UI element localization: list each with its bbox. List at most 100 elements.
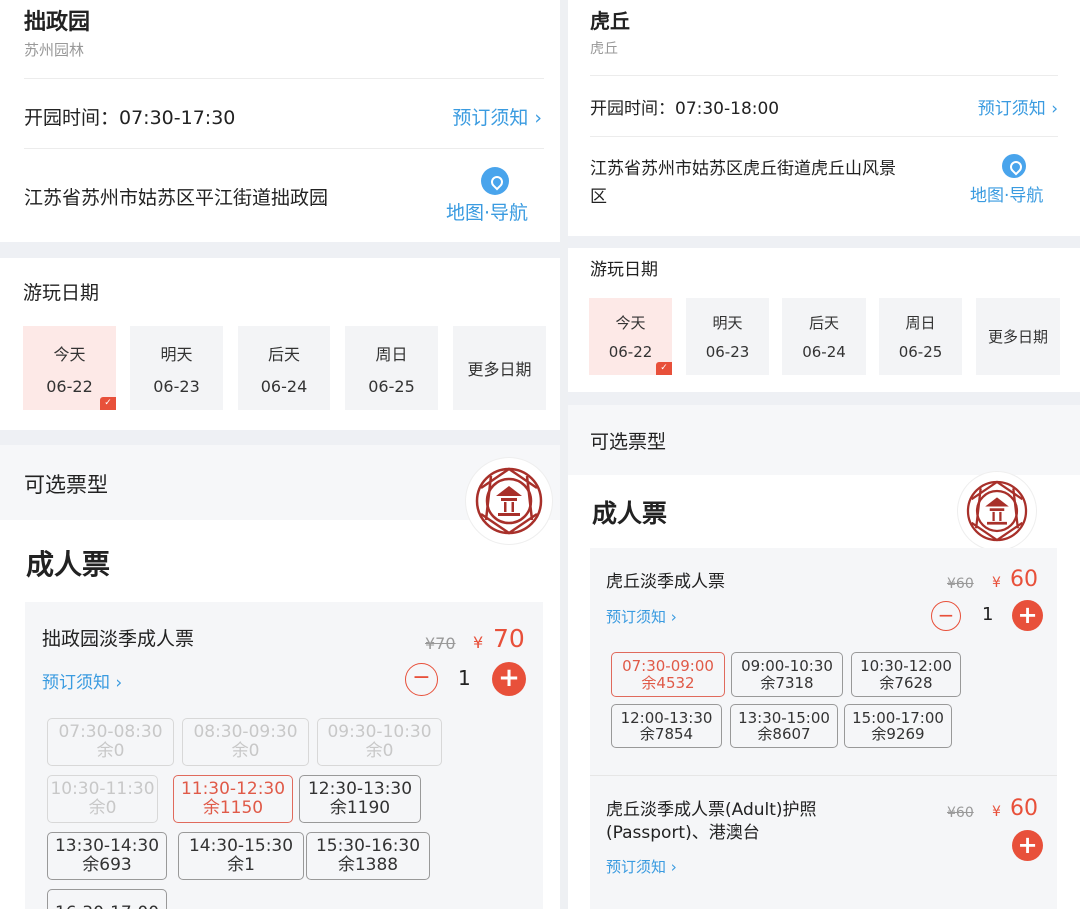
price: 60: [1010, 567, 1038, 592]
time-slot[interactable]: 10:30-11:30 余0: [47, 775, 158, 823]
slot-time: 08:30-09:30: [193, 722, 298, 743]
date-option[interactable]: 周日 06-25: [345, 326, 438, 410]
more-dates-label: 更多日期: [987, 328, 1048, 346]
map-navigation-link[interactable]: 地图·导航: [446, 198, 528, 225]
slot-time: 07:30-09:00: [622, 657, 714, 675]
time-slot[interactable]: 15:00-17:00 余9269: [844, 704, 952, 748]
time-slot[interactable]: 13:30-14:30 余693: [47, 832, 167, 880]
date-option-today[interactable]: 今天 06-22 ✓: [23, 326, 116, 410]
huqiu-panel: 虎丘 虎丘 开园时间：07:30-18:00 预订须知 › 江苏省苏州市姑苏区虎…: [568, 0, 1080, 909]
slot-time: 10:30-11:30: [50, 779, 155, 800]
check-icon: ✓: [100, 397, 116, 410]
ticket-name: 虎丘淡季成人票: [606, 572, 725, 592]
slot-remain: 余7628: [879, 673, 933, 692]
attraction-subtitle: 虎丘: [590, 41, 618, 57]
date-value: 06-22: [608, 343, 653, 361]
booking-notice-link[interactable]: 预订须知 ›: [452, 103, 542, 130]
ticket2-name-line2: (Passport)、港澳台: [606, 823, 760, 843]
slot-remain: 余1150: [202, 798, 264, 818]
address-line2: 区: [590, 187, 607, 207]
time-slot[interactable]: 07:30-08:30 余0: [47, 718, 174, 766]
slot-time: 12:30-13:30: [307, 779, 413, 800]
increase-quantity-button[interactable]: +: [1012, 600, 1043, 631]
decrease-quantity-button[interactable]: −: [931, 601, 961, 631]
ticket-name: 拙政园淡季成人票: [42, 628, 195, 650]
address: 江苏省苏州市姑苏区平江街道拙政园: [24, 187, 329, 209]
date-value: 06-25: [368, 376, 415, 396]
slot-remain: 余0: [88, 798, 117, 818]
slot-time: 15:00-17:00: [852, 708, 944, 727]
date-day: 明天: [160, 344, 193, 364]
slot-time: 13:30-14:30: [54, 836, 160, 857]
ticket2-notice-link[interactable]: 预订须知 ›: [606, 856, 677, 877]
attraction-title: 虎丘: [590, 9, 630, 33]
date-heading: 游玩日期: [23, 282, 100, 304]
slot-remain: 余4532: [641, 673, 695, 692]
date-option[interactable]: 明天 06-23: [686, 298, 769, 375]
slot-time: 13:30-15:00: [738, 708, 830, 727]
attraction-title: 拙政园: [24, 10, 91, 35]
original-price: ¥60: [947, 576, 974, 592]
time-slot[interactable]: 16:30-17:00: [47, 889, 167, 909]
slot-remain: 余1388: [337, 855, 399, 875]
slot-time: 09:00-10:30: [741, 657, 833, 675]
ticket2-name-line1: 虎丘淡季成人票(Adult)护照: [606, 800, 817, 820]
price: 70: [493, 624, 525, 653]
slot-remain: 余1190: [329, 798, 391, 818]
time-slot[interactable]: 09:00-10:30 余7318: [731, 652, 843, 697]
ticket-notice-link[interactable]: 预订须知 ›: [606, 606, 677, 627]
time-slot[interactable]: 13:30-15:00 余8607: [730, 704, 838, 748]
date-day: 明天: [712, 314, 743, 332]
time-slot[interactable]: 14:30-15:30 余1: [178, 832, 304, 880]
ticket-card: 虎丘淡季成人票 ¥60 ¥ 60 预订须知 › − 1 + 07:30-09:0…: [590, 548, 1057, 909]
scenic-logo-icon: [466, 458, 552, 544]
increase-quantity-button[interactable]: +: [492, 662, 526, 696]
date-option-today[interactable]: 今天 06-22 ✓: [589, 298, 672, 375]
slot-time: 16:30-17:00: [48, 903, 166, 909]
booking-notice-link[interactable]: 预订须知 ›: [978, 94, 1058, 119]
slot-time: 15:30-16:30: [315, 836, 421, 857]
decrease-quantity-button[interactable]: −: [405, 663, 438, 696]
attraction-subtitle: 苏州园林: [24, 41, 85, 59]
time-slot[interactable]: 10:30-12:00 余7628: [851, 652, 961, 697]
more-dates-button[interactable]: 更多日期: [976, 298, 1060, 375]
slot-remain: 余0: [365, 741, 394, 761]
check-icon: ✓: [656, 362, 672, 375]
ticket-notice-link[interactable]: 预订须知 ›: [42, 668, 122, 693]
date-option[interactable]: 周日 06-25: [879, 298, 962, 375]
time-slot[interactable]: 09:30-10:30 余0: [317, 718, 442, 766]
ticket2-currency-symbol: ¥: [992, 804, 1001, 820]
location-pin-icon[interactable]: [1002, 154, 1026, 178]
time-slot[interactable]: 12:00-13:30 余7854: [611, 704, 722, 748]
currency-symbol: ¥: [992, 575, 1001, 591]
time-slot[interactable]: 08:30-09:30 余0: [182, 718, 309, 766]
location-pin-icon[interactable]: [481, 167, 509, 195]
date-value: 06-22: [46, 376, 93, 396]
scenic-logo-icon: [958, 472, 1036, 550]
slot-remain: 余1: [227, 855, 255, 875]
date-option[interactable]: 后天 06-24: [782, 298, 866, 375]
slot-remain: 余7854: [639, 725, 694, 743]
ticket2-original-price: ¥60: [947, 805, 974, 821]
map-navigation-link[interactable]: 地图·导航: [970, 181, 1043, 206]
time-slot[interactable]: 07:30-09:00 余4532: [611, 652, 725, 697]
time-slot[interactable]: 15:30-16:30 余1388: [306, 832, 430, 880]
date-day: 后天: [808, 314, 839, 332]
slot-time: 09:30-10:30: [327, 722, 432, 743]
date-value: 06-24: [260, 376, 308, 396]
date-option[interactable]: 后天 06-24: [238, 326, 330, 410]
currency-symbol: ¥: [473, 633, 484, 652]
date-heading: 游玩日期: [590, 260, 658, 280]
ticket-category: 成人票: [592, 499, 668, 528]
date-option[interactable]: 明天 06-23: [130, 326, 223, 410]
date-value: 06-23: [153, 376, 200, 396]
time-slot[interactable]: 12:30-13:30 余1190: [299, 775, 421, 823]
slot-remain: 余7318: [760, 673, 814, 692]
more-dates-button[interactable]: 更多日期: [453, 326, 546, 410]
ticket-card: 拙政园淡季成人票 ¥70 ¥ 70 预订须知 › − 1 + 07:30-08:…: [25, 602, 543, 909]
slot-remain: 余0: [231, 741, 260, 761]
date-value: 06-25: [898, 343, 943, 361]
ticket2-increase-quantity-button[interactable]: +: [1012, 830, 1043, 861]
address-line1: 江苏省苏州市姑苏区虎丘街道虎丘山风景: [590, 159, 896, 179]
time-slot[interactable]: 11:30-12:30 余1150: [173, 775, 293, 823]
